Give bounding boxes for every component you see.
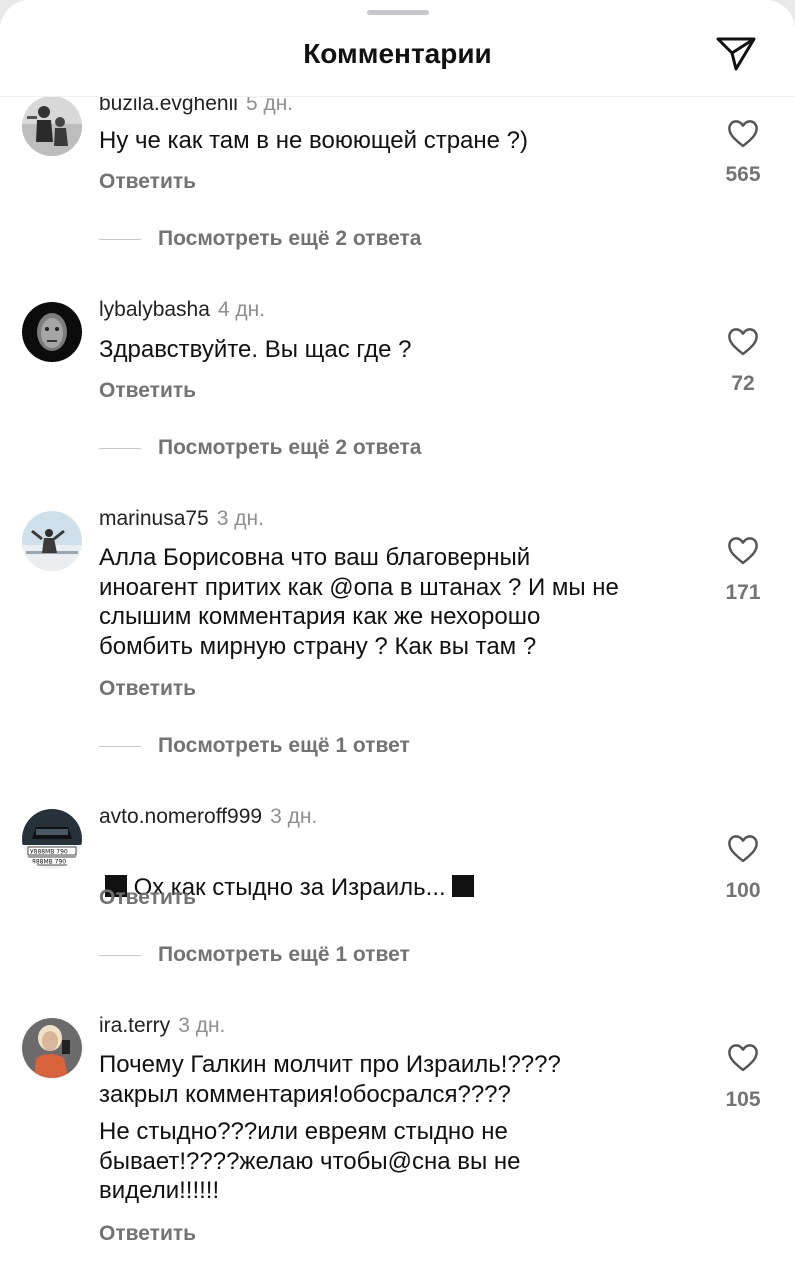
avatar[interactable]: У888МВ 790 888МВ 790 [22,809,82,869]
like-count: 105 [725,1088,761,1111]
comment-time: 3 дн. [178,1014,226,1037]
heart-icon [728,120,758,148]
svg-text:888МВ 790: 888МВ 790 [32,859,66,866]
reply-button[interactable]: Ответить [99,677,196,701]
view-replies-button[interactable]: Посмотреть ещё 1 ответ [99,940,410,970]
heart-icon [728,328,758,356]
like-count: 72 [731,372,755,395]
reply-button[interactable]: Ответить [99,170,196,194]
like-button[interactable] [722,326,764,361]
page-title: Комментарии [303,38,492,69]
comments-sheet: buzila.evghenii 5 дн. Ну че как там в не … [0,0,795,1280]
heart-icon [728,537,758,565]
comment-meta: avto.nomeroff999 3 дн. [99,805,317,829]
comment-meta: marinusa75 3 дн. [99,507,264,531]
comment-meta: lybalybasha 4 дн. [99,298,265,322]
divider-line [99,745,141,747]
view-replies-button[interactable]: Посмотреть ещё 2 ответа [99,224,421,254]
avatar[interactable] [22,1018,82,1078]
like-button[interactable] [722,833,764,868]
view-replies-button[interactable]: Посмотреть ещё 1 ответ [99,731,410,761]
comment-meta: ira.terry 3 дн. [99,1014,225,1038]
like-button[interactable] [722,118,764,153]
heart-icon [728,835,758,863]
comment-text: Почему Галкин молчит про Израиль!???? за… [99,1051,561,1108]
username[interactable]: avto.nomeroff999 [99,805,262,828]
paper-plane-icon [716,37,756,71]
drag-handle[interactable] [367,10,429,15]
comment-text: Ну че как там в не воюющей стране ?) [99,127,529,154]
reply-button[interactable]: Ответить [99,886,196,910]
view-replies-label: Посмотреть ещё 1 ответ [158,943,410,966]
reply-button[interactable]: Ответить [99,379,196,403]
avatar[interactable] [22,302,82,362]
reply-button[interactable]: Ответить [99,1222,196,1246]
view-replies-button[interactable]: Посмотреть ещё 2 ответа [99,433,421,463]
like-count: 565 [725,163,761,186]
like-count: 100 [725,879,761,902]
like-button[interactable] [722,535,764,570]
comment-text-continued: Не стыдно???или евреям стыдно не бывает!… [99,1118,521,1204]
divider-line [99,447,141,449]
comment-text: Алла Борисовна что ваш благоверный иноаг… [99,544,619,660]
username[interactable]: lybalybasha [99,298,210,321]
sheet-header: Комментарии [0,0,795,97]
comment-time: 3 дн. [216,507,264,530]
comment-text: Здравствуйте. Вы щас где ? [99,336,412,363]
comment-time: 4 дн. [217,298,266,321]
like-button[interactable] [722,1042,764,1077]
divider-line [99,954,141,956]
svg-text:У888МВ 790: У888МВ 790 [30,849,68,856]
avatar[interactable] [22,96,82,156]
view-replies-label: Посмотреть ещё 2 ответа [158,227,422,250]
divider-line [99,238,141,240]
like-count: 171 [725,581,761,604]
username[interactable]: marinusa75 [99,507,209,530]
username[interactable]: ira.terry [99,1014,170,1037]
comment-time: 3 дн. [270,805,318,828]
black-square-emoji [452,874,475,897]
heart-icon [728,1044,758,1072]
avatar[interactable] [22,511,82,571]
view-replies-label: Посмотреть ещё 2 ответа [158,436,422,459]
share-button[interactable] [714,34,758,74]
view-replies-label: Посмотреть ещё 1 ответ [158,734,410,757]
